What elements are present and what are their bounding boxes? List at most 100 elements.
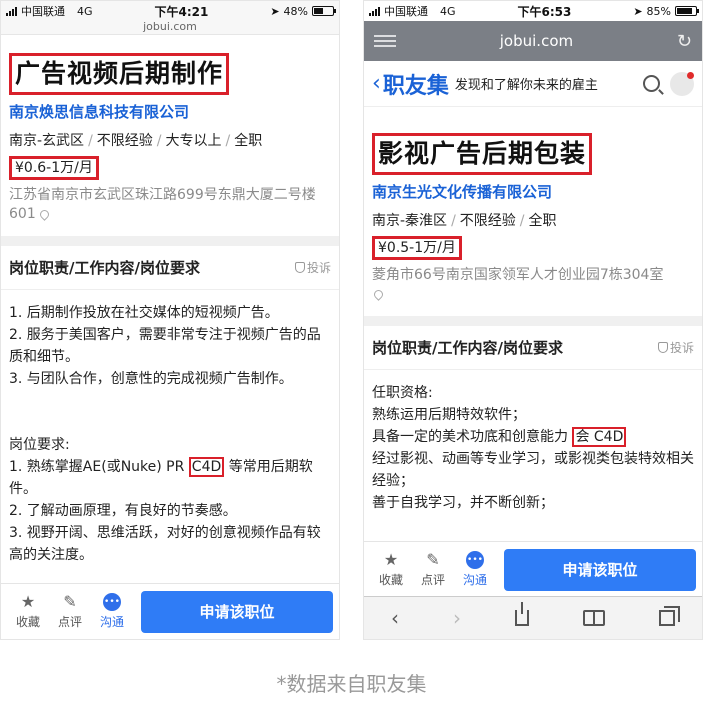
carrier-label: 中国联通 — [384, 5, 428, 18]
address-text: 菱角市66号南京国家领军人才创业园7栋304室 — [372, 267, 664, 283]
meta-experience: 不限经验 — [459, 213, 516, 229]
section-header: 岗位职责/工作内容/岗位要求 投诉 — [1, 246, 339, 290]
duty-item: 1. 后期制作投放在社交媒体的短视频广告。 — [9, 305, 279, 321]
map-pin-icon[interactable] — [37, 207, 51, 221]
favorite-button[interactable]: ★ 收藏 — [370, 551, 412, 588]
job-title: 广告视频后期制作 — [9, 53, 230, 95]
duty-item: 3. 与团队合作，创意性的完成视频广告制作。 — [9, 371, 293, 387]
highlight-c4d: 会 C4D — [572, 427, 627, 447]
requirement-item: 2. 了解动画原理，有良好的节奏感。 — [9, 503, 237, 519]
right-phone-screen: 中国联通 4G 下午6:53 ➤ 85% jobui.com ↻ ‹ 职友集 发… — [363, 0, 703, 640]
salary: ¥0.6-1万/月 — [9, 156, 99, 180]
network-label: 4G — [440, 4, 456, 18]
salary: ¥0.5-1万/月 — [372, 236, 462, 260]
tabs-icon[interactable] — [659, 606, 680, 626]
company-name[interactable]: 南京焕思信息科技有限公司 — [9, 101, 331, 122]
meta-education: 大专以上 — [165, 133, 222, 149]
chat-bubble-icon: ••• — [103, 593, 121, 611]
browser-toolbar: jobui.com ↻ — [364, 21, 702, 61]
report-button[interactable]: 投诉 — [294, 259, 331, 276]
reload-icon[interactable]: ↻ — [677, 31, 692, 52]
requirements-heading: 岗位要求: — [9, 437, 70, 453]
chat-bubble-icon: ••• — [466, 551, 484, 569]
section-title: 岗位职责/工作内容/岗位要求 — [9, 259, 200, 277]
signal-icon — [6, 6, 17, 16]
battery-percent: 85% — [646, 4, 671, 18]
company-name[interactable]: 南京生光文化传播有限公司 — [372, 181, 694, 202]
report-button[interactable]: 投诉 — [657, 339, 694, 356]
address-bar-url[interactable]: jobui.com — [500, 32, 573, 50]
bottom-action-bar: ★ 收藏 ✎ 点评 ••• 沟通 申请该职位 — [364, 541, 702, 597]
network-label: 4G — [77, 4, 93, 18]
shield-icon — [294, 262, 305, 273]
section-title: 岗位职责/工作内容/岗位要求 — [372, 339, 563, 357]
meta-experience: 不限经验 — [96, 133, 153, 149]
menu-icon[interactable] — [374, 35, 396, 47]
job-description: 任职资格: 熟练运用后期特效软件； 具备一定的美术功底和创意能力 会 C4D 经… — [364, 370, 702, 514]
section-divider — [364, 316, 702, 326]
star-icon: ★ — [383, 550, 399, 569]
battery-icon — [675, 6, 699, 16]
job-meta: 南京-玄武区 / 不限经验 / 大专以上 / 全职 — [9, 133, 263, 149]
left-phone-screen: 中国联通 4G 下午4:21 ➤ 48% jobui.com 广告视频后期制作 … — [0, 0, 340, 640]
address: 江苏省南京市玄武区珠江路699号东鼎大厦二号楼601 — [9, 186, 331, 224]
duty-item: 2. 服务于美国客户，需要非常专注于视频广告的品质和细节。 — [9, 327, 321, 365]
browser-bottom-toolbar: ‹ › — [364, 596, 702, 639]
shield-icon — [657, 342, 668, 353]
job-meta: 南京-秦淮区 / 不限经验 / 全职 — [372, 213, 557, 229]
search-icon[interactable] — [643, 75, 660, 92]
signal-icon — [369, 6, 380, 16]
bottom-action-bar: ★ 收藏 ✎ 点评 ••• 沟通 申请该职位 — [1, 583, 339, 639]
meta-type: 全职 — [234, 133, 263, 149]
favorite-button[interactable]: ★ 收藏 — [7, 593, 49, 630]
chat-button[interactable]: ••• 沟通 — [91, 593, 133, 630]
location-icon: ➤ — [633, 4, 643, 18]
pencil-icon: ✎ — [63, 592, 77, 611]
source-caption: *数据来自职友集 — [276, 672, 427, 696]
status-time: 下午4:21 — [154, 4, 209, 19]
site-logo[interactable]: 职友集 — [383, 68, 449, 100]
meta-type: 全职 — [528, 213, 557, 229]
status-bar: 中国联通 4G 下午6:53 ➤ 85% — [364, 1, 702, 21]
requirement-item: 1. 熟练掌握AE(或Nuke) PR C4D 等常用后期软件。 — [9, 457, 313, 497]
site-slogan: 发现和了解你未来的雇主 — [454, 78, 598, 93]
pencil-icon: ✎ — [426, 550, 440, 569]
report-label: 投诉 — [669, 341, 694, 355]
battery-icon — [312, 6, 336, 16]
battery-percent: 48% — [283, 4, 308, 18]
report-label: 投诉 — [306, 261, 331, 275]
job-title: 影视广告后期包装 — [372, 133, 593, 175]
address-bar-url[interactable]: jobui.com — [1, 21, 339, 35]
avatar[interactable] — [670, 71, 694, 96]
chat-button[interactable]: ••• 沟通 — [454, 551, 496, 588]
back-chevron-icon[interactable]: ‹ — [372, 71, 381, 96]
site-header: ‹ 职友集 发现和了解你未来的雇主 — [364, 61, 702, 107]
address: 菱角市66号南京国家领军人才创业园7栋304室 — [372, 266, 694, 304]
forward-icon[interactable]: › — [453, 606, 461, 630]
section-header: 岗位职责/工作内容/岗位要求 投诉 — [364, 326, 702, 370]
qualification-item: 熟练运用后期特效软件； — [372, 407, 526, 423]
review-button[interactable]: ✎ 点评 — [49, 593, 91, 630]
qualification-heading: 任职资格: — [372, 385, 433, 401]
back-icon[interactable]: ‹ — [391, 606, 399, 630]
map-pin-icon[interactable] — [372, 287, 385, 301]
address-text: 江苏省南京市玄武区珠江路699号东鼎大厦二号楼601 — [9, 187, 316, 222]
highlight-c4d: C4D — [188, 457, 225, 477]
requirement-item: 3. 视野开阔、思维活跃，对好的创意视频作品有较高的关注度。 — [9, 525, 321, 563]
qualification-item: 具备一定的美术功底和创意能力 会 C4D — [372, 426, 694, 448]
apply-button[interactable]: 申请该职位 — [504, 548, 696, 591]
meta-location: 南京-玄武区 — [9, 133, 85, 149]
star-icon: ★ — [20, 592, 36, 611]
qualification-item: 善于自我学习，并不断创新； — [372, 495, 554, 511]
apply-button[interactable]: 申请该职位 — [141, 590, 333, 633]
review-button[interactable]: ✎ 点评 — [412, 551, 454, 588]
section-divider — [1, 236, 339, 246]
qualification-item: 经过影视、动画等专业学习，或影视类包装特效相关经验； — [372, 451, 694, 489]
status-bar: 中国联通 4G 下午4:21 ➤ 48% — [1, 1, 339, 21]
carrier-label: 中国联通 — [21, 5, 65, 18]
status-time: 下午6:53 — [517, 4, 572, 19]
bookmarks-icon[interactable] — [583, 610, 605, 626]
job-description: 1. 后期制作投放在社交媒体的短视频广告。 2. 服务于美国客户，需要非常专注于… — [1, 290, 339, 566]
location-icon: ➤ — [270, 4, 280, 18]
share-icon[interactable] — [515, 602, 529, 626]
